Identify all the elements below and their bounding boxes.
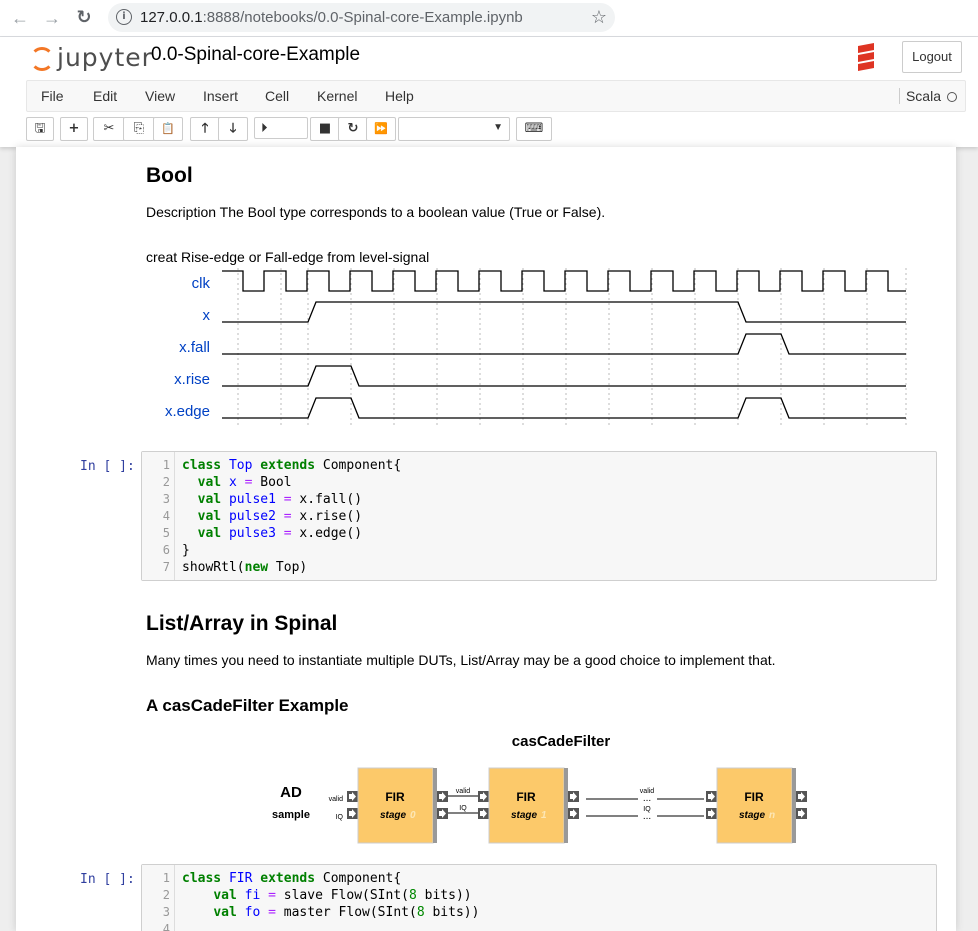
keyboard-icon[interactable]: ⌨ [516, 117, 552, 141]
menu-cell[interactable]: Cell [265, 88, 289, 104]
line-number: 2 [162, 888, 170, 902]
kernel-name: Scala [905, 88, 941, 104]
source-sublabel: sample [272, 809, 310, 821]
line-number: 5 [162, 526, 170, 540]
cell-type-select[interactable]: ▼ [398, 117, 510, 141]
copy-icon[interactable]: ⎘ [123, 117, 155, 141]
menu-insert[interactable]: Insert [203, 88, 238, 104]
bookmark-star-icon[interactable]: ☆ [591, 7, 607, 28]
menu-view[interactable]: View [145, 88, 175, 104]
ellipsis: ... [643, 811, 651, 822]
stage-label: stage [511, 810, 538, 821]
link-label-iq: IQ [459, 805, 467, 812]
logout-button[interactable]: Logout [902, 41, 962, 73]
signal-label-x-edge: x.edge [165, 403, 210, 420]
cascade-filter-diagram: casCadeFilter AD sample valid IQ FIR sta… [272, 733, 807, 844]
heading-bool: Bool [146, 164, 193, 187]
site-info-icon[interactable]: i [116, 9, 132, 25]
scala-logo-icon [858, 43, 874, 71]
chevron-down-icon: ▼ [493, 122, 503, 133]
line-number: 3 [162, 492, 170, 506]
line-number: 1 [162, 871, 170, 885]
address-bar[interactable]: i 127.0.0.1:8888/notebooks/0.0-Spinal-co… [108, 3, 615, 32]
move-down-icon[interactable]: 🡓 [218, 117, 248, 141]
port-label-valid: valid [329, 796, 344, 803]
line-number: 4 [162, 509, 170, 523]
run-icon[interactable]: ⏵ [254, 117, 308, 139]
signal-label-clk: clk [192, 275, 211, 292]
restart-run-all-icon[interactable]: ⏩ [366, 117, 396, 141]
stop-icon[interactable]: ■ [310, 117, 340, 141]
save-icon[interactable]: 🖫 [26, 117, 54, 141]
bool-description: Description The Bool type corresponds to… [146, 204, 606, 220]
paste-icon[interactable]: 📋 [153, 117, 183, 141]
menu-edit[interactable]: Edit [93, 88, 117, 104]
stage-label: stage [380, 810, 407, 821]
diagram-title: casCadeFilter [512, 733, 611, 750]
kernel-indicator[interactable]: Scala [898, 88, 957, 104]
wave-x-edge [222, 397, 906, 419]
move-up-icon[interactable]: 🡑 [190, 117, 220, 141]
line-number: 2 [162, 475, 170, 489]
cell-prompt: In [ ]: [80, 459, 135, 474]
notebook-container: Bool Description The Bool type correspon… [16, 147, 956, 931]
jupyter-header: jupyter 0.0-Spinal-core-Example Logout F… [0, 37, 978, 147]
stage-label: stage [739, 810, 766, 821]
heading-list-array: List/Array in Spinal [146, 612, 338, 635]
restart-icon[interactable]: ↻ [338, 117, 368, 141]
url-path: :8888/notebooks/0.0-Spinal-core-Example.… [202, 9, 523, 26]
line-number: 1 [162, 458, 170, 472]
signal-label-x: x [203, 307, 211, 324]
stage-index: 0 [410, 810, 416, 821]
cell-prompt: In [ ]: [80, 872, 135, 887]
menu-bar: File Edit View Insert Cell Kernel Help S… [26, 80, 966, 112]
wave-x [222, 301, 906, 323]
url-text[interactable]: 127.0.0.1:8888/notebooks/0.0-Spinal-core… [140, 9, 523, 26]
notebook-title[interactable]: 0.0-Spinal-core-Example [151, 44, 360, 66]
fir-label: FIR [516, 790, 536, 804]
menu-file[interactable]: File [41, 88, 64, 104]
source-label: AD [280, 784, 302, 801]
cut-icon[interactable]: ✂ [93, 117, 125, 141]
wave-clk [222, 270, 906, 292]
fir-stage-0: valid IQ FIR stage 0 [329, 767, 448, 844]
add-cell-icon[interactable]: + [60, 117, 88, 141]
forward-icon[interactable]: → [40, 6, 64, 30]
port-label-iq: IQ [336, 814, 344, 821]
fir-stage-n: FIR stage n [706, 767, 807, 844]
line-number: 4 [162, 922, 170, 931]
fir-label: FIR [385, 790, 405, 804]
fir-stage-1: FIR stage 1 [478, 767, 579, 844]
jupyter-logo-icon [30, 47, 54, 71]
url-host: 127.0.0.1 [140, 9, 203, 26]
wave-x-fall [222, 333, 906, 355]
fir-label: FIR [744, 790, 764, 804]
stage-index: n [769, 810, 775, 821]
line-number: 7 [162, 560, 170, 574]
kernel-status-icon [947, 92, 957, 103]
list-description: Many times you need to instantiate multi… [146, 652, 776, 668]
link-label-valid: valid [456, 788, 471, 795]
signal-label-x-rise: x.rise [174, 371, 210, 388]
wave-x-rise [222, 365, 906, 387]
waveform-diagram: clk x x.fall x.rise x.edge [165, 268, 907, 425]
code-cell-2[interactable]: 1 class FIR extends Component{ 2 val fi =… [141, 864, 937, 931]
waveform-caption: creat Rise-edge or Fall-edge from level-… [146, 249, 430, 265]
signal-label-x-fall: x.fall [179, 339, 210, 356]
code-cell-1[interactable]: 1 class Top extends Component{ 2 val x = … [141, 451, 937, 581]
notebook-toolbar: 🖫 + ✂ ⎘ 📋 🡑 🡓 ⏵ ■ ↻ ⏩ ▼ ⌨ [26, 117, 966, 141]
jupyter-logo-text: jupyter [57, 43, 153, 72]
line-number: 3 [162, 905, 170, 919]
ellipsis: ... [643, 793, 651, 804]
reload-icon[interactable]: ↻ [72, 6, 96, 30]
menu-kernel[interactable]: Kernel [317, 88, 357, 104]
heading-cascade-example: A casCadeFilter Example [146, 696, 349, 715]
back-icon[interactable]: ← [8, 6, 32, 30]
line-number: 6 [162, 543, 170, 557]
stage-index: 1 [541, 810, 547, 821]
browser-toolbar: ← → ↻ i 127.0.0.1:8888/notebooks/0.0-Spi… [0, 0, 978, 37]
menu-help[interactable]: Help [385, 88, 414, 104]
